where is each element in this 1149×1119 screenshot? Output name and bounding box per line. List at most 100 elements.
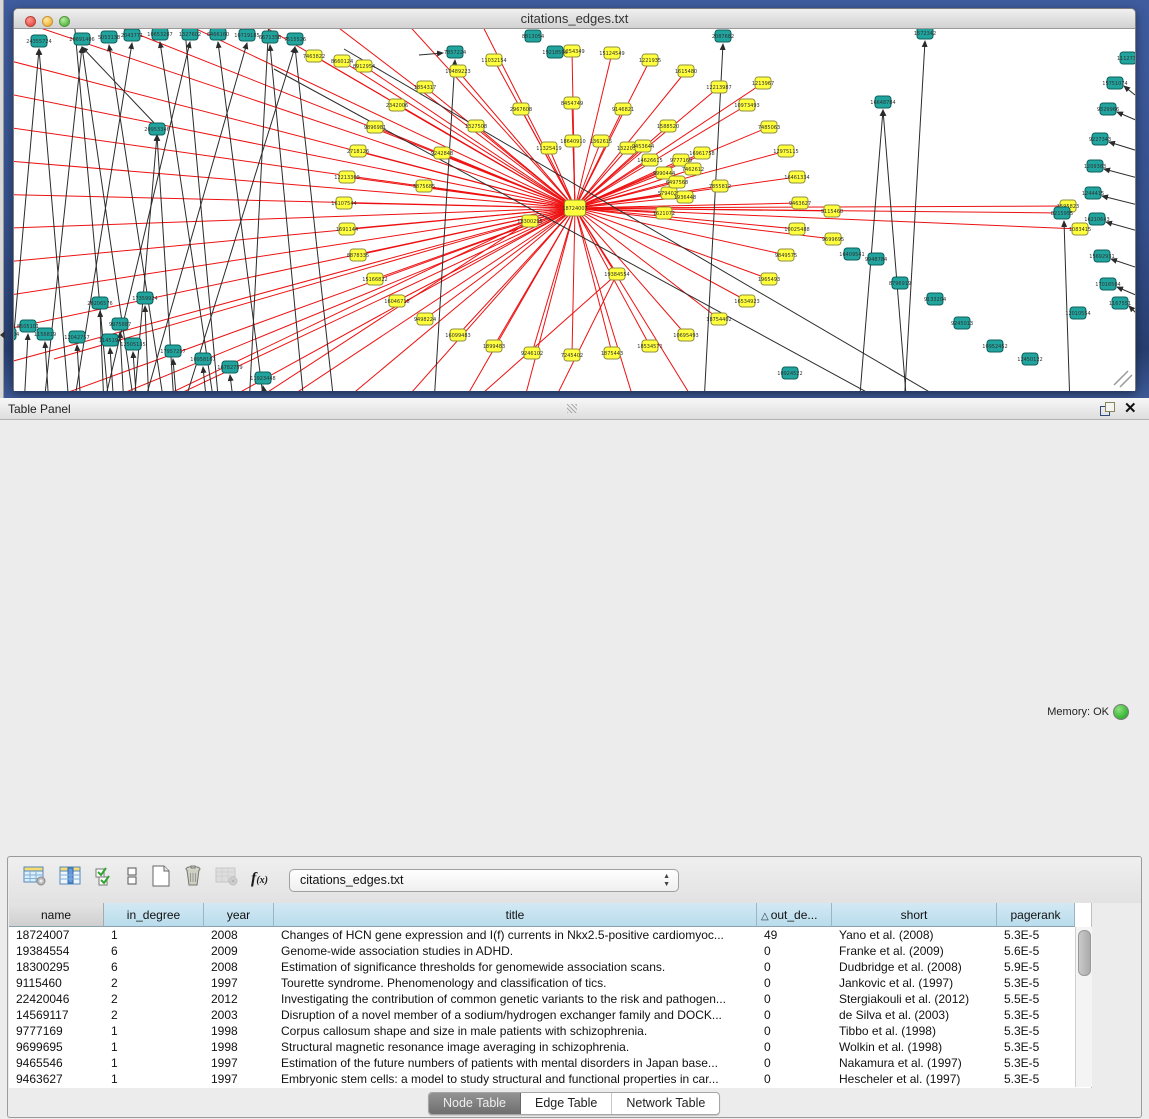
tab-network-table[interactable]: Network Table <box>612 1093 719 1114</box>
graph-node[interactable]: 8796919 <box>889 277 911 289</box>
cell-pagerank[interactable]: 5.3E-5 <box>997 1007 1075 1023</box>
graph-node[interactable]: 9133204 <box>924 293 946 305</box>
cell-out_degree[interactable]: 0 <box>757 959 832 975</box>
delete-table-icon[interactable] <box>215 866 239 891</box>
graph-node[interactable]: 1167551 <box>1109 297 1131 309</box>
cell-pagerank[interactable]: 5.3E-5 <box>997 1071 1075 1087</box>
cell-name[interactable]: 9463627 <box>9 1071 104 1087</box>
graph-node[interactable]: 1327602 <box>179 29 201 40</box>
cell-in_degree[interactable]: 1 <box>104 1071 204 1087</box>
graph-node[interactable]: 7857224 <box>444 46 466 58</box>
cell-year[interactable]: 1997 <box>204 975 274 991</box>
graph-node[interactable]: 1965493 <box>758 273 780 285</box>
graph-node[interactable]: 18724007 <box>562 200 587 216</box>
graph-node[interactable]: 1615480 <box>675 65 697 77</box>
table-vertical-scrollbar[interactable] <box>1075 927 1092 1087</box>
graph-node[interactable]: 7515526 <box>284 33 306 45</box>
cell-out_degree[interactable]: 0 <box>757 1023 832 1039</box>
cell-year[interactable]: 2009 <box>204 943 274 959</box>
cell-short[interactable]: Nakamura et al. (1997) <box>832 1055 997 1071</box>
cell-name[interactable]: 9699695 <box>9 1039 104 1055</box>
graph-node[interactable]: 1209383 <box>1084 160 1106 172</box>
cell-name[interactable]: 9115460 <box>9 975 104 991</box>
cell-in_degree[interactable]: 1 <box>104 1023 204 1039</box>
graph-node[interactable]: 8660124 <box>331 55 353 67</box>
table-row[interactable]: 1830029562008Estimation of significance … <box>9 959 1075 975</box>
graph-node[interactable]: 8215955 <box>1051 207 1073 219</box>
graph-node[interactable]: 1899483 <box>483 340 505 352</box>
cell-name[interactable]: 9465546 <box>9 1055 104 1071</box>
graph-node[interactable]: 1112733 <box>1117 52 1135 64</box>
graph-node[interactable]: 12450122 <box>1017 353 1042 365</box>
graph-node[interactable]: 16409541 <box>839 248 864 260</box>
graph-node[interactable]: 1936448 <box>674 191 696 203</box>
graph-node[interactable]: 10958107 <box>190 353 215 365</box>
table-row[interactable]: 1456911722003Disruption of a novel membe… <box>9 1007 1075 1023</box>
cell-short[interactable]: de Silva et al. (2003) <box>832 1007 997 1023</box>
cell-title[interactable]: Genome-wide association studies in ADHD. <box>274 943 757 959</box>
column-header-year[interactable]: year <box>204 903 274 927</box>
graph-node[interactable]: 9246102 <box>521 347 543 359</box>
function-builder-icon[interactable]: f(x) <box>251 870 268 888</box>
cell-year[interactable]: 2008 <box>204 959 274 975</box>
cell-pagerank[interactable]: 5.3E-5 <box>997 1055 1075 1071</box>
window-resize-grip[interactable] <box>1114 371 1132 387</box>
cell-short[interactable]: Dudbridge et al. (2008) <box>832 959 997 975</box>
cell-year[interactable]: 1997 <box>204 1071 274 1087</box>
graph-node[interactable]: 5053138 <box>98 31 120 43</box>
graph-node[interactable]: 6497568 <box>666 176 688 188</box>
cell-year[interactable]: 1997 <box>204 1055 274 1071</box>
cell-title[interactable]: Structural magnetic resonance image aver… <box>274 1039 757 1055</box>
table-row[interactable]: 977716911998Corpus callosum shape and si… <box>9 1023 1075 1039</box>
graph-node[interactable]: 7485063 <box>758 121 780 133</box>
graph-node[interactable]: 15751074 <box>1102 77 1127 89</box>
cell-name[interactable]: 22420046 <box>9 991 104 1007</box>
graph-node[interactable]: 18534571 <box>637 340 662 352</box>
graph-node[interactable]: 2342006 <box>386 99 408 111</box>
graph-node[interactable]: 9242848 <box>431 147 453 159</box>
cell-out_degree[interactable]: 0 <box>757 1071 832 1087</box>
graph-node[interactable]: 1327508 <box>465 120 487 132</box>
graph-node[interactable]: 2043771 <box>121 29 143 41</box>
graph-node[interactable]: 7855812 <box>709 180 731 192</box>
cell-in_degree[interactable]: 1 <box>104 1039 204 1055</box>
cell-short[interactable]: Hescheler et al. (1997) <box>832 1071 997 1087</box>
scrollbar-thumb[interactable] <box>1078 930 1091 976</box>
graph-node[interactable]: 24355724 <box>26 35 51 47</box>
cell-name[interactable]: 18300295 <box>9 959 104 975</box>
column-header-title[interactable]: title <box>274 903 757 927</box>
graph-node[interactable]: 10952452 <box>982 340 1007 352</box>
graph-node[interactable]: 9227343 <box>1089 133 1111 145</box>
cell-title[interactable]: Disruption of a novel member of a sodium… <box>274 1007 757 1023</box>
table-row[interactable]: 2242004622012Investigating the contribut… <box>9 991 1075 1007</box>
select-all-icon[interactable] <box>95 866 115 891</box>
cell-title[interactable]: Estimation of the future numbers of pati… <box>274 1055 757 1071</box>
cell-pagerank[interactable]: 5.3E-5 <box>997 975 1075 991</box>
cell-title[interactable]: Tourette syndrome. Phenomenology and cla… <box>274 975 757 991</box>
cell-year[interactable]: 1998 <box>204 1039 274 1055</box>
graph-node[interactable]: 18754402 <box>706 313 731 325</box>
graph-node[interactable]: 3875685 <box>413 180 435 192</box>
cell-pagerank[interactable]: 5.6E-5 <box>997 943 1075 959</box>
graph-node[interactable]: 20691406 <box>69 33 94 45</box>
cell-title[interactable]: Corpus callosum shape and size in male p… <box>274 1023 757 1039</box>
cell-pagerank[interactable]: 5.5E-5 <box>997 991 1075 1007</box>
graph-node[interactable]: 1156819 <box>34 328 56 340</box>
cell-year[interactable]: 1998 <box>204 1023 274 1039</box>
cell-in_degree[interactable]: 2 <box>104 991 204 1007</box>
tab-node-table[interactable]: Node Table <box>429 1093 521 1114</box>
graph-node[interactable]: 8813054 <box>522 30 544 42</box>
graph-node[interactable]: 9849575 <box>775 249 797 261</box>
graph-node[interactable]: 1213967 <box>752 77 774 89</box>
column-header-name[interactable]: name <box>9 903 104 927</box>
graph-node[interactable]: 10489223 <box>445 65 470 77</box>
cell-short[interactable]: Tibbo et al. (1998) <box>832 1023 997 1039</box>
graph-node[interactable]: 7245402 <box>561 349 583 361</box>
cell-title[interactable]: Changes of HCN gene expression and I(f) … <box>274 927 757 943</box>
graph-node[interactable]: 9115460 <box>821 205 843 217</box>
cell-in_degree[interactable]: 1 <box>104 1055 204 1071</box>
graph-node[interactable]: 6466160 <box>207 29 229 40</box>
cell-pagerank[interactable]: 5.9E-5 <box>997 959 1075 975</box>
graph-node[interactable]: 1362615 <box>590 135 612 147</box>
table-row[interactable]: 969969511998Structural magnetic resonanc… <box>9 1039 1075 1055</box>
